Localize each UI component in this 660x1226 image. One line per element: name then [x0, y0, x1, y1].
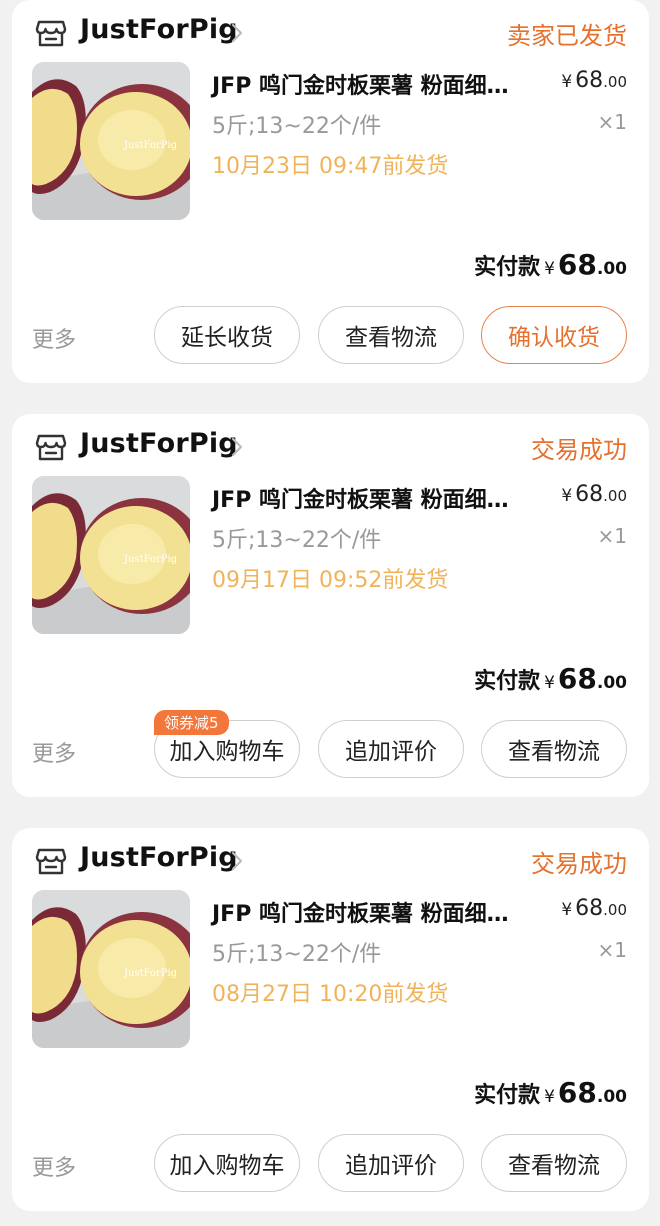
watermark: JustForPig — [124, 554, 178, 565]
extend-receipt-button[interactable]: 延长收货 — [154, 306, 300, 364]
ship-deadline: 10月23日 09:47前发货 — [212, 154, 449, 179]
shop-name[interactable]: JustForPig — [80, 428, 238, 459]
ship-deadline: 08月27日 10:20前发货 — [212, 982, 449, 1007]
add-review-button[interactable]: 追加评价 — [318, 1134, 464, 1192]
quantity: ×1 — [597, 110, 627, 134]
coupon-badge: 领券减5 — [154, 710, 229, 735]
product-title[interactable]: JFP 鸣门金时板栗薯 粉面细… — [212, 68, 552, 100]
view-logistics-button[interactable]: 查看物流 — [318, 306, 464, 364]
order-status: 交易成功 — [531, 850, 627, 878]
watermark: JustForPig — [124, 968, 178, 979]
chevron-right-icon[interactable] — [230, 850, 244, 872]
more-link[interactable]: 更多 — [32, 322, 76, 354]
add-to-cart-button[interactable]: 加入购物车 — [154, 1134, 300, 1192]
order-status: 卖家已发货 — [507, 22, 627, 50]
chevron-right-icon[interactable] — [230, 22, 244, 44]
paid-amount: 实付款 ¥68.00 — [474, 662, 627, 695]
unit-price: ¥68.00 — [561, 896, 627, 921]
store-icon — [35, 848, 67, 875]
confirm-receipt-button[interactable]: 确认收货 — [481, 306, 627, 364]
paid-amount: 实付款 ¥68.00 — [474, 1076, 627, 1109]
more-link[interactable]: 更多 — [32, 1150, 76, 1182]
shop-name[interactable]: JustForPig — [80, 842, 238, 873]
product-spec: 5斤;13~22个/件 — [212, 528, 382, 553]
store-icon — [35, 20, 67, 47]
view-logistics-button[interactable]: 查看物流 — [481, 1134, 627, 1192]
product-image[interactable]: JustForPig — [32, 890, 190, 1048]
order-card[interactable]: JustForPig 交易成功 JustForPig JFP 鸣门金时板栗薯 粉… — [12, 828, 649, 1211]
shop-name[interactable]: JustForPig — [80, 14, 238, 45]
order-status: 交易成功 — [531, 436, 627, 464]
paid-amount: 实付款 ¥68.00 — [474, 248, 627, 281]
store-icon — [35, 434, 67, 461]
more-link[interactable]: 更多 — [32, 736, 76, 768]
chevron-right-icon[interactable] — [230, 436, 244, 458]
unit-price: ¥68.00 — [561, 68, 627, 93]
quantity: ×1 — [597, 524, 627, 548]
ship-deadline: 09月17日 09:52前发货 — [212, 568, 449, 593]
product-spec: 5斤;13~22个/件 — [212, 942, 382, 967]
quantity: ×1 — [597, 938, 627, 962]
add-review-button[interactable]: 追加评价 — [318, 720, 464, 778]
watermark: JustForPig — [124, 140, 178, 151]
product-image[interactable]: JustForPig — [32, 62, 190, 220]
order-card[interactable]: JustForPig 交易成功 JustForPig JFP 鸣门金时板栗薯 粉… — [12, 414, 649, 797]
view-logistics-button[interactable]: 查看物流 — [481, 720, 627, 778]
product-spec: 5斤;13~22个/件 — [212, 114, 382, 139]
order-card[interactable]: JustForPig 卖家已发货 JustForPig JFP 鸣门金时板栗薯 … — [12, 0, 649, 383]
unit-price: ¥68.00 — [561, 482, 627, 507]
product-image[interactable]: JustForPig — [32, 476, 190, 634]
product-title[interactable]: JFP 鸣门金时板栗薯 粉面细… — [212, 896, 552, 928]
product-title[interactable]: JFP 鸣门金时板栗薯 粉面细… — [212, 482, 552, 514]
